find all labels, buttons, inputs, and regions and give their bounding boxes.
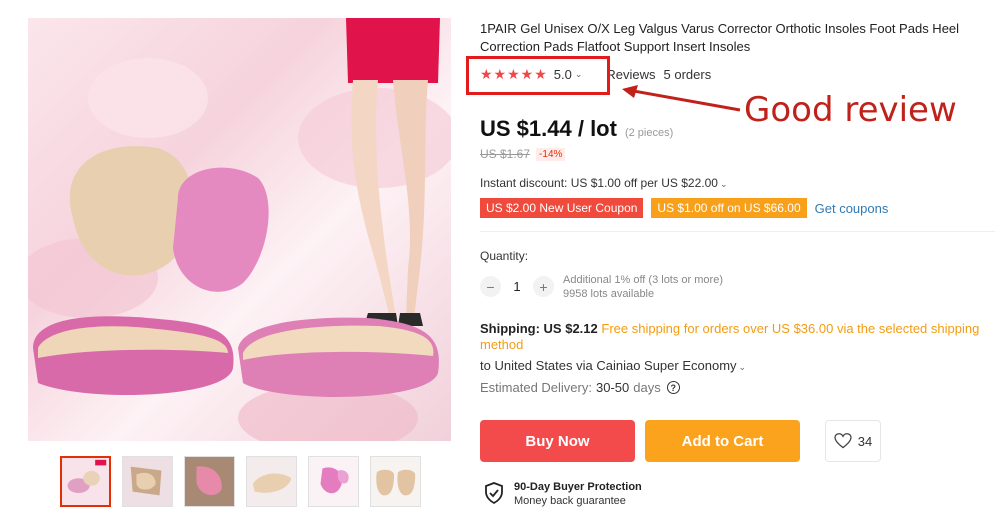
buy-now-button[interactable]: Buy Now xyxy=(480,420,635,462)
wishlist-button[interactable]: 34 xyxy=(825,420,881,462)
shipping-method-selector[interactable]: to United States via Cainiao Super Econo… xyxy=(480,358,746,373)
quantity-input[interactable]: 1 xyxy=(501,279,533,294)
thumbnail-3[interactable] xyxy=(184,456,235,507)
quantity-label: Quantity: xyxy=(480,249,529,263)
help-icon[interactable]: ? xyxy=(666,381,680,394)
estimated-delivery: Estimated Delivery: 30-50 days ? xyxy=(480,380,680,395)
thumbnail-strip xyxy=(60,456,421,507)
thumbnail-1[interactable] xyxy=(60,456,111,507)
thumbnail-2[interactable] xyxy=(122,456,173,507)
delivery-unit: days xyxy=(633,380,661,395)
instant-discount[interactable]: Instant discount: US $1.00 off per US $2… xyxy=(480,176,727,190)
thumbnail-5[interactable] xyxy=(308,456,359,507)
price-pieces: (2 pieces) xyxy=(624,127,674,139)
add-to-cart-button[interactable]: Add to Cart xyxy=(645,420,800,462)
quantity-stepper: − 1 + xyxy=(480,276,554,297)
original-price-row: US $1.67 -14% xyxy=(480,147,566,161)
price-row: US $1.44 / lot (2 pieces) xyxy=(480,116,673,142)
instant-discount-text: Instant discount: US $1.00 off per US $2… xyxy=(480,176,718,190)
quantity-info: Additional 1% off (3 lots or more) 9958 … xyxy=(563,273,723,301)
purchase-actions: Buy Now Add to Cart 34 xyxy=(480,420,881,462)
protection-title: 90-Day Buyer Protection xyxy=(514,481,642,493)
chevron-down-icon: ⌄ xyxy=(738,362,747,372)
main-product-image xyxy=(28,18,451,441)
thumbnail-6[interactable] xyxy=(370,456,421,507)
delivery-label: Estimated Delivery: xyxy=(480,380,592,395)
discount-badge: -14% xyxy=(536,147,566,161)
shipping-info: Shipping: US $2.12 Free shipping for ord… xyxy=(480,321,980,353)
stock-available: 9958 lots available xyxy=(563,288,655,300)
shield-check-icon xyxy=(485,482,503,504)
quantity-increase-button[interactable]: + xyxy=(533,276,554,297)
protection-subtitle: Money back guarantee xyxy=(514,495,626,507)
quantity-decrease-button[interactable]: − xyxy=(480,276,501,297)
annotation-label: Good review xyxy=(744,90,957,130)
coupon-row: US $2.00 New User Coupon US $1.00 off on… xyxy=(480,198,888,218)
original-price: US $1.67 xyxy=(480,147,531,161)
thumbnail-4[interactable] xyxy=(246,456,297,507)
divider xyxy=(480,231,995,232)
chevron-down-icon: ⌄ xyxy=(719,179,728,189)
shipping-cost: Shipping: US $2.12 xyxy=(480,321,598,336)
delivery-days: 30-50 xyxy=(595,380,630,395)
new-user-coupon[interactable]: US $2.00 New User Coupon xyxy=(480,198,644,218)
discount-coupon[interactable]: US $1.00 off on US $66.00 xyxy=(651,198,807,218)
wishlist-count: 34 xyxy=(857,433,873,449)
current-price: US $1.44 / lot xyxy=(480,116,617,141)
get-coupons-link[interactable]: Get coupons xyxy=(815,201,889,216)
bulk-discount-note: Additional 1% off (3 lots or more) xyxy=(563,274,723,286)
shipping-destination: to United States via Cainiao Super Econo… xyxy=(480,358,737,373)
product-title: 1PAIR Gel Unisex O/X Leg Valgus Varus Co… xyxy=(480,21,960,54)
annotation-arrow-icon xyxy=(622,85,741,112)
buyer-protection: 90-Day Buyer Protection Money back guara… xyxy=(484,480,642,508)
product-photo xyxy=(28,18,451,441)
rating-highlight-box xyxy=(466,56,610,95)
heart-icon xyxy=(834,433,852,449)
